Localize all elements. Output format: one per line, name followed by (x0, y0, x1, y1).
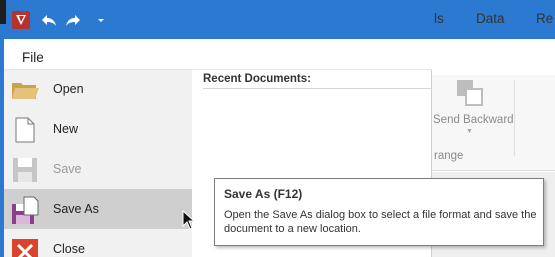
ribbon-separator (514, 80, 515, 156)
chevron-down-icon[interactable] (92, 12, 110, 28)
menu-item-save-as[interactable]: Save As (4, 189, 192, 229)
menu-item-new[interactable]: New (4, 109, 192, 149)
menu-item-label: New (53, 122, 79, 136)
tooltip-title: Save As (F12) (224, 187, 303, 201)
menu-item-label: Save (53, 162, 82, 176)
mouse-cursor-icon (182, 210, 196, 230)
close-icon (12, 239, 38, 257)
window-corner (0, 0, 6, 24)
file-tab-label: File (22, 50, 44, 65)
recent-documents-title: Recent Documents: (203, 73, 311, 85)
save-icon (13, 158, 37, 182)
undo-icon[interactable] (40, 12, 58, 28)
tooltip-body: Open the Save As dialog box to select a … (224, 209, 537, 235)
tab-data[interactable]: Data (476, 11, 505, 26)
menu-item-open[interactable]: Open (4, 69, 192, 109)
send-backward-label: Send Backward (433, 114, 514, 126)
app-logo-icon[interactable] (12, 11, 30, 29)
save-as-tooltip: Save As (F12) Open the Save As dialog bo… (214, 178, 544, 246)
tab-review-partial[interactable]: Re (536, 11, 553, 26)
menu-item-label: Close (53, 242, 85, 256)
title-bar (0, 0, 555, 39)
recent-documents-divider (203, 88, 431, 89)
save-as-icon (12, 196, 39, 224)
ribbon-tab-strip (420, 39, 555, 75)
new-document-icon (15, 117, 35, 143)
chevron-down-icon: ▼ (466, 128, 473, 135)
open-folder-icon (12, 83, 39, 99)
send-backward-button[interactable]: Send Backward ▼ (433, 78, 514, 138)
menu-item-save[interactable]: Save (4, 149, 192, 189)
redo-icon[interactable] (64, 12, 82, 28)
menu-item-label: Save As (53, 202, 99, 216)
tab-partial[interactable]: ls (434, 11, 444, 26)
send-backward-icon (457, 80, 483, 106)
group-label-arrange: range (434, 150, 464, 162)
menu-item-close[interactable]: Close (4, 229, 192, 257)
menu-item-label: Open (53, 82, 84, 96)
file-tab-header[interactable]: File (4, 39, 432, 70)
